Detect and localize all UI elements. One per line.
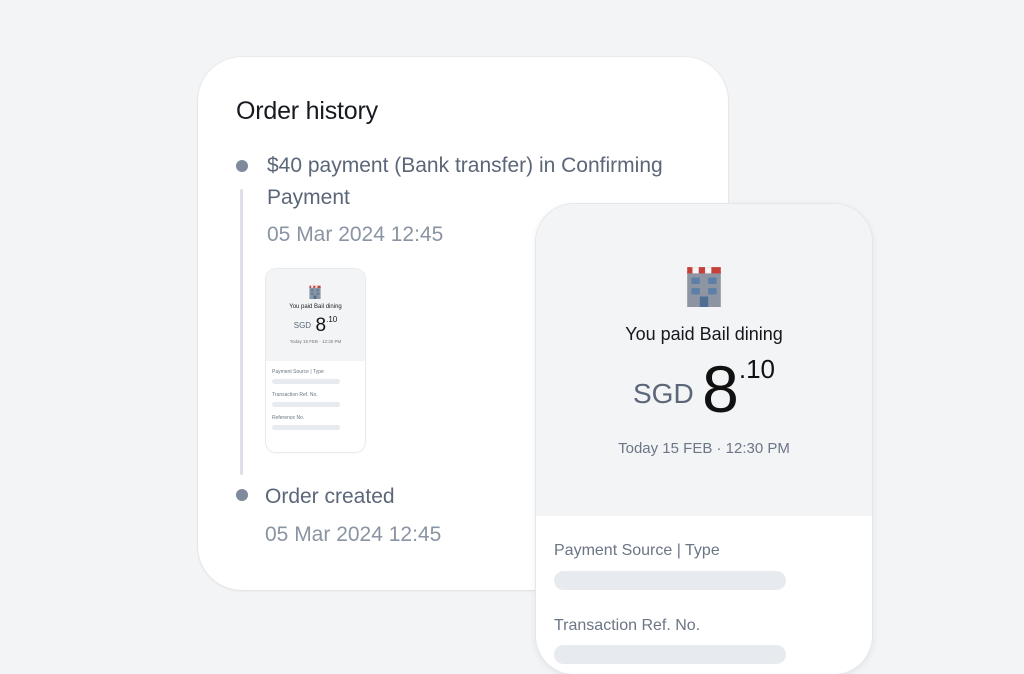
field-value-placeholder xyxy=(554,571,786,590)
office-building-icon xyxy=(309,285,321,299)
field-label: Transaction Ref. No. xyxy=(272,392,318,398)
amount-whole: 8 xyxy=(315,315,327,336)
order-history-title: Order history xyxy=(236,97,378,125)
field-label: Transaction Ref. No. xyxy=(554,617,701,634)
field-label: Payment Source | Type xyxy=(272,369,324,375)
timeline-dot xyxy=(236,160,248,172)
event-title-line: $40 payment (Bank transfer) in Confirmin… xyxy=(267,154,663,177)
receipt-detail-card: You paid Bail dining SGD 8.10 Today 15 F… xyxy=(536,204,872,674)
amount-decimal: .10 xyxy=(326,315,338,324)
event-title-line: Payment xyxy=(267,186,350,209)
receipt-thumbnail[interactable]: You paid Bail dining SGD 8.10 Today 15 F… xyxy=(266,269,365,452)
event-date: 05 Mar 2024 12:45 xyxy=(265,523,442,546)
receipt-thumbnail-paid-text: You paid Bail dining xyxy=(289,304,342,310)
amount-whole: 8 xyxy=(702,352,739,426)
field-value-placeholder xyxy=(272,379,340,384)
receipt-thumbnail-datetime: Today 15 FEB · 12:30 PM xyxy=(289,339,342,344)
field-label: Reference No. xyxy=(272,415,305,421)
office-building-icon xyxy=(687,267,721,307)
field-value-placeholder xyxy=(272,425,340,430)
field-label: Payment Source | Type xyxy=(554,542,720,559)
currency-label: SGD xyxy=(293,321,312,330)
payment-datetime: Today 15 FEB · 12:30 PM xyxy=(618,440,790,457)
timeline-dot xyxy=(236,489,248,501)
event-title: Order created xyxy=(265,485,395,508)
field-value-placeholder xyxy=(272,402,340,407)
timeline-line xyxy=(240,189,243,475)
field-value-placeholder xyxy=(554,645,786,664)
amount-decimal: .10 xyxy=(738,354,775,384)
currency-label: SGD xyxy=(632,378,694,409)
receipt-thumbnail-amount: SGD 8.10 xyxy=(266,315,365,337)
amount: SGD 8.10 xyxy=(536,354,872,422)
paid-text: You paid Bail dining xyxy=(625,324,783,344)
event-date: 05 Mar 2024 12:45 xyxy=(267,223,444,246)
